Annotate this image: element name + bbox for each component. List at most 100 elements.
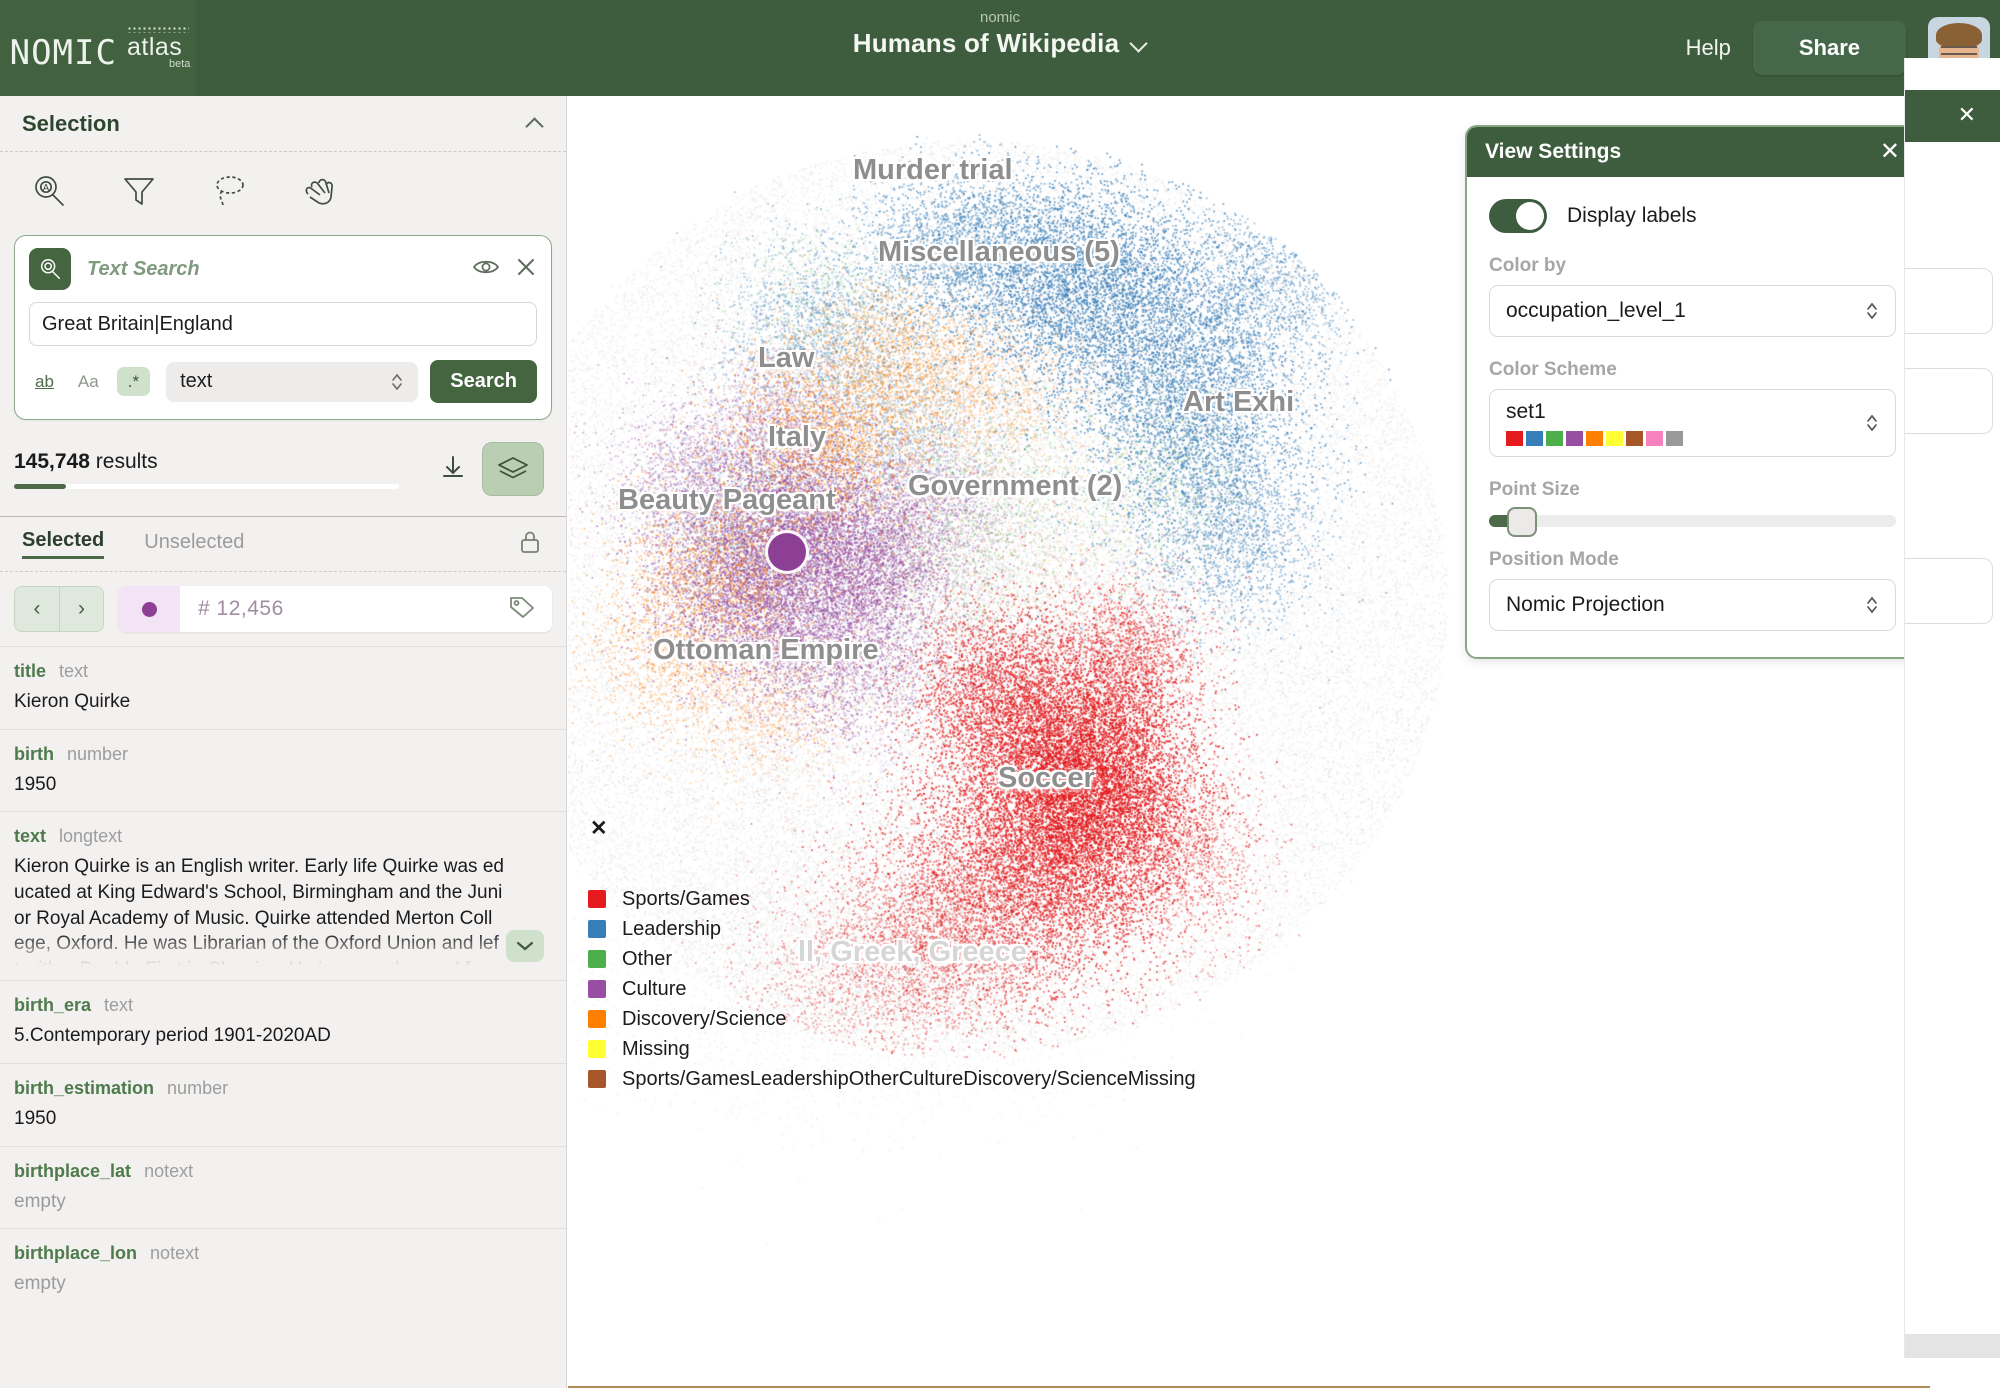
selection-tool-row: A xyxy=(0,152,566,229)
previous-record-button[interactable]: ‹ xyxy=(15,587,59,631)
field-name: birth_era xyxy=(14,995,92,1016)
tab-unselected[interactable]: Unselected xyxy=(144,531,244,558)
next-record-button[interactable]: › xyxy=(59,587,103,631)
record-color-dot xyxy=(141,601,157,617)
search-field-select[interactable]: text xyxy=(166,361,419,402)
field-name: title xyxy=(14,661,47,681)
results-progress-bar xyxy=(14,483,399,489)
legend-item[interactable]: Sports/Games xyxy=(588,884,1196,914)
legend-item[interactable]: Discovery/Science xyxy=(588,1004,1196,1034)
field-row-title: title text Kieron Quirke xyxy=(0,646,566,729)
color-by-group: Color by occupation_level_1 xyxy=(1489,255,1896,337)
field-header: birth_estimation number xyxy=(14,1078,552,1099)
point-size-slider[interactable] xyxy=(1489,507,1896,537)
whole-word-option[interactable]: ab xyxy=(29,372,60,392)
position-mode-group: Position Mode Nomic Projection xyxy=(1489,549,1896,631)
results-label: results xyxy=(95,449,158,473)
download-icon[interactable] xyxy=(438,452,468,487)
text-search-badge-icon[interactable] xyxy=(29,248,71,290)
position-mode-label: Position Mode xyxy=(1489,549,1619,570)
legend-color-swatch xyxy=(588,950,606,968)
color-swatch xyxy=(1626,431,1643,446)
ghost-bottom-strip xyxy=(1905,1334,2000,1358)
legend-item[interactable]: Sports/GamesLeadershipOtherCultureDiscov… xyxy=(588,1064,1196,1094)
logo-atlas-text: atlas xyxy=(126,33,183,61)
color-scheme-select[interactable]: set1 xyxy=(1489,389,1896,457)
field-type: number xyxy=(167,1077,229,1098)
field-name: birth_estimation xyxy=(14,1077,155,1098)
share-button[interactable]: Share xyxy=(1752,21,1906,75)
point-size-label: Point Size xyxy=(1489,479,1580,500)
eye-visibility-icon[interactable] xyxy=(472,257,500,282)
color-by-select[interactable]: occupation_level_1 xyxy=(1489,285,1896,337)
legend-label: Sports/Games xyxy=(622,887,750,910)
legend-item[interactable]: Other xyxy=(588,944,1196,974)
search-input[interactable] xyxy=(29,302,537,346)
chevron-up-icon[interactable] xyxy=(526,115,544,133)
match-case-option[interactable]: Aa xyxy=(72,372,105,392)
field-type: notext xyxy=(150,1243,200,1264)
field-value: 1950 xyxy=(14,773,57,795)
selected-point-marker[interactable] xyxy=(768,533,806,571)
hand-pan-icon[interactable] xyxy=(300,172,340,215)
legend-item[interactable]: Culture xyxy=(588,974,1196,1004)
search-button[interactable]: Search xyxy=(430,360,537,403)
results-progress-fill xyxy=(14,483,66,489)
offscreen-panel-sliver: ✕ xyxy=(1904,58,2000,1358)
field-name: birth xyxy=(14,743,54,764)
tag-icon[interactable] xyxy=(508,594,552,625)
field-header: birth number xyxy=(14,744,552,765)
tab-selected[interactable]: Selected xyxy=(22,529,105,559)
results-count-line: 145,748 results xyxy=(14,450,399,474)
chevron-down-icon xyxy=(1131,36,1147,52)
text-search-title: Text Search xyxy=(87,257,200,280)
color-swatch xyxy=(1566,431,1583,446)
field-type: notext xyxy=(144,1160,194,1181)
point-size-group: Point Size xyxy=(1489,479,1896,537)
chevron-updown-icon xyxy=(1865,412,1879,434)
field-name: birthplace_lon xyxy=(14,1243,138,1264)
expand-longtext-button[interactable] xyxy=(506,930,544,963)
legend-color-swatch xyxy=(588,920,606,938)
lasso-select-icon[interactable] xyxy=(210,172,248,215)
close-search-icon[interactable] xyxy=(515,256,537,283)
help-link[interactable]: Help xyxy=(1686,35,1731,61)
slider-thumb[interactable] xyxy=(1506,507,1537,537)
nomic-atlas-logo[interactable]: NOMIC atlas beta xyxy=(0,0,196,96)
organization-name: nomic xyxy=(979,9,1020,26)
filter-icon[interactable] xyxy=(120,172,158,215)
toggle-knob xyxy=(1516,202,1544,230)
selection-panel-header: Selection xyxy=(0,96,566,152)
legend-color-swatch xyxy=(588,980,606,998)
view-settings-panel: View Settings ✕ Display labels Color by … xyxy=(1465,125,1920,659)
record-id-pill[interactable]: # 12,456 xyxy=(118,586,552,632)
selection-panel-title: Selection xyxy=(22,110,120,136)
close-legend-icon[interactable]: ✕ xyxy=(590,816,608,841)
text-search-icon[interactable]: A xyxy=(30,172,68,215)
field-type: number xyxy=(67,743,129,764)
legend-item[interactable]: Missing xyxy=(588,1034,1196,1064)
field-row-birth-era: birth_era text 5.Contemporary period 190… xyxy=(0,980,566,1063)
logo-beta-tag: beta xyxy=(168,58,191,70)
avatar-hair xyxy=(1936,23,1982,47)
display-labels-toggle[interactable] xyxy=(1489,199,1547,233)
color-by-value: occupation_level_1 xyxy=(1506,299,1686,322)
field-value: Kieron Quirke xyxy=(14,691,131,712)
selection-sidebar: Selection A Text Search Great Britain|En… xyxy=(0,96,567,1388)
field-row-text: text longtext Kieron Quirke is an Englis… xyxy=(0,811,566,980)
color-scheme-swatches xyxy=(1506,431,1683,446)
project-title-dropdown[interactable]: Humans of Wikipedia xyxy=(853,28,1148,59)
lock-icon[interactable] xyxy=(518,529,542,560)
color-scheme-label: Color Scheme xyxy=(1489,359,1617,380)
position-mode-select[interactable]: Nomic Projection xyxy=(1489,579,1896,631)
legend-item[interactable]: Leadership xyxy=(588,914,1196,944)
color-by-label: Color by xyxy=(1489,255,1567,276)
color-scheme-group: Color Scheme set1 xyxy=(1489,359,1896,457)
ghost-field-1 xyxy=(1905,268,1993,334)
regex-option[interactable]: .* xyxy=(116,367,151,396)
close-icon[interactable]: ✕ xyxy=(1880,140,1900,164)
color-swatch xyxy=(1586,431,1603,446)
layers-toggle-button[interactable] xyxy=(482,442,544,496)
view-settings-header: View Settings ✕ xyxy=(1467,127,1918,177)
field-header: birthplace_lat notext xyxy=(14,1161,552,1182)
